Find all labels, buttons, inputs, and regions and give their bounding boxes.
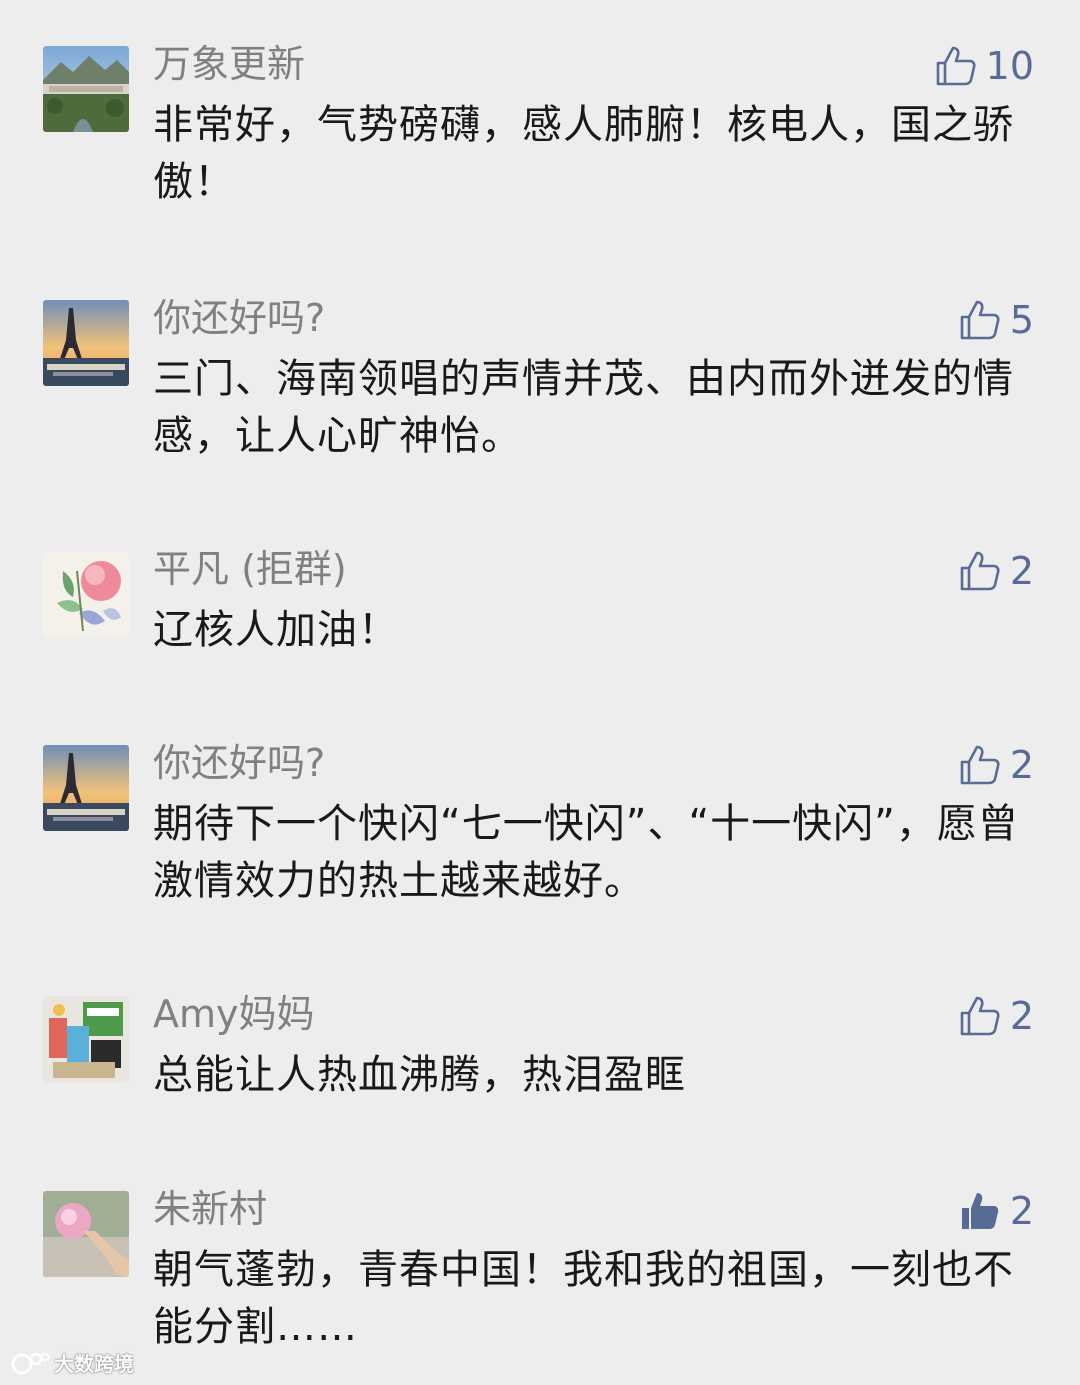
- commenter-name[interactable]: 你还好吗?: [153, 296, 325, 340]
- like-button[interactable]: 2: [958, 743, 1034, 787]
- commenter-name[interactable]: 万象更新: [153, 42, 305, 86]
- like-button[interactable]: 5: [958, 298, 1034, 342]
- commenter-name[interactable]: 你还好吗?: [153, 741, 325, 785]
- thumbs-up-icon: [958, 743, 1002, 787]
- like-count: 2: [1009, 1189, 1034, 1233]
- like-count: 2: [1009, 549, 1034, 593]
- comment-text: 三门、海南领唱的声情并茂、由内而外迸发的情感，让人心旷神怡。: [153, 356, 1014, 459]
- like-button[interactable]: 2: [958, 1189, 1034, 1233]
- like-count: 2: [1009, 743, 1034, 787]
- thumbs-up-icon: [934, 44, 978, 88]
- avatar[interactable]: [43, 300, 129, 386]
- thumbs-up-icon: [958, 298, 1002, 342]
- products-photo-avatar-icon: [43, 996, 129, 1082]
- like-count: 10: [985, 44, 1034, 88]
- like-button[interactable]: 2: [958, 549, 1034, 593]
- like-count: 5: [1009, 298, 1034, 342]
- avatar[interactable]: [43, 745, 129, 831]
- watermark: 大数跨境: [10, 1348, 134, 1377]
- like-count: 2: [1009, 994, 1034, 1038]
- avatar[interactable]: [43, 996, 129, 1082]
- avatar[interactable]: [43, 46, 129, 132]
- mountain-landscape-avatar-icon: [43, 46, 129, 132]
- comment-text: 辽核人加油！: [153, 607, 399, 653]
- like-button[interactable]: 10: [934, 44, 1034, 88]
- commenter-name[interactable]: Amy妈妈: [153, 992, 315, 1036]
- like-button[interactable]: 2: [958, 994, 1034, 1038]
- thumbs-up-filled-icon: [958, 1189, 1002, 1233]
- comment-text: 总能让人热血沸腾，热泪盈眶: [153, 1052, 686, 1098]
- comment-text: 非常好，气势磅礴，感人肺腑！核电人，国之骄傲！: [153, 102, 1014, 205]
- commenter-name[interactable]: 平凡 (拒群): [153, 547, 347, 591]
- pink-flower-avatar-icon: [43, 1191, 129, 1277]
- eiffel-tower-avatar-icon: [43, 300, 129, 386]
- avatar[interactable]: [43, 1191, 129, 1277]
- comment-text: 朝气蓬勃，青春中国！我和我的祖国，一刻也不能分割……: [153, 1247, 1014, 1350]
- flower-painting-avatar-icon: [43, 551, 129, 637]
- commenter-name[interactable]: 朱新村: [153, 1187, 267, 1231]
- thumbs-up-icon: [958, 549, 1002, 593]
- avatar[interactable]: [43, 551, 129, 637]
- comment-text: 期待下一个快闪“七一快闪”、“十一快闪”，愿曾激情效力的热土越来越好。: [153, 801, 1019, 904]
- eiffel-tower-avatar-icon: [43, 745, 129, 831]
- thumbs-up-icon: [958, 994, 1002, 1038]
- watermark-text: 大数跨境: [54, 1352, 134, 1376]
- watermark-logo-icon: [11, 1352, 50, 1374]
